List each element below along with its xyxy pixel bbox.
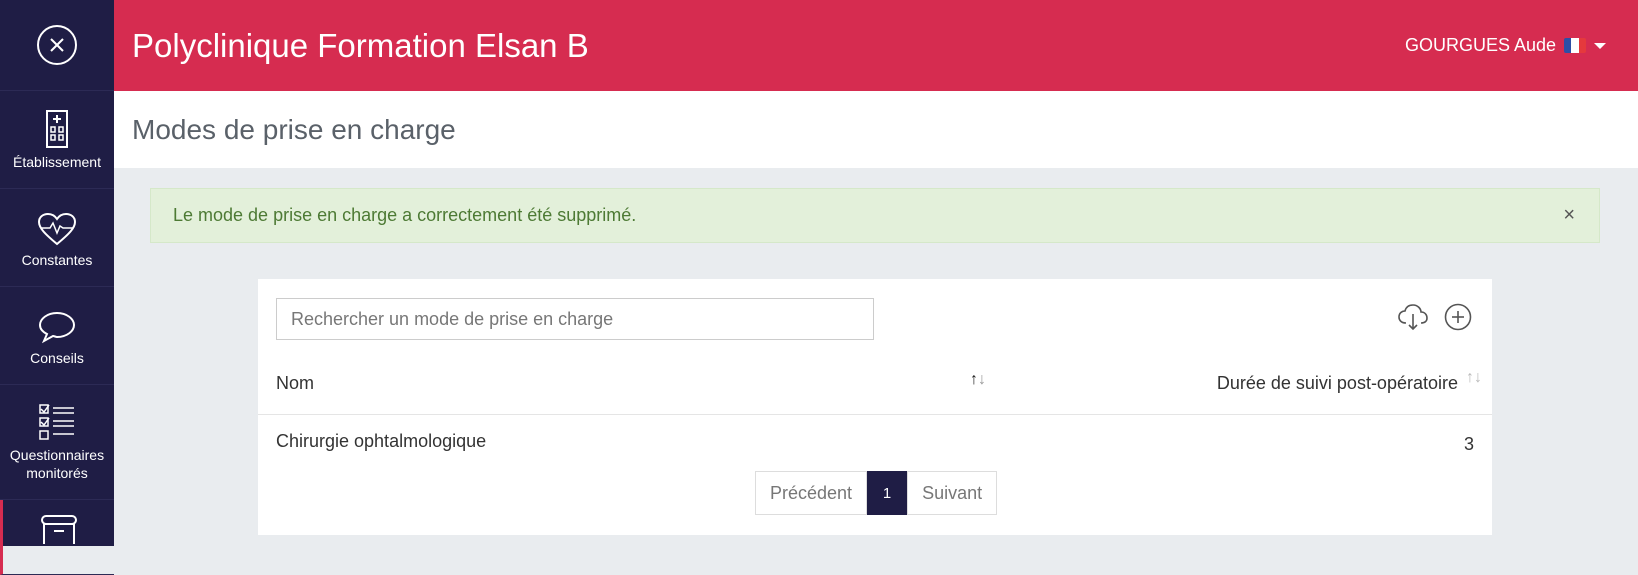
- cloud-download-icon[interactable]: [1398, 303, 1428, 336]
- french-flag-icon: [1564, 38, 1586, 53]
- close-menu-button[interactable]: [37, 25, 77, 65]
- sidebar-item-questionnaires[interactable]: Questionnaires monitorés: [0, 385, 114, 500]
- top-bar: Polyclinique Formation Elsan B GOURGUES …: [114, 0, 1638, 91]
- column-header-duree[interactable]: Durée de suivi post-opératoire: [1217, 373, 1458, 394]
- sidebar-item-label: Conseils: [30, 349, 84, 366]
- sort-arrows-icon[interactable]: ↑↓: [1466, 369, 1482, 387]
- column-header-nom[interactable]: Nom: [276, 373, 314, 394]
- user-name: GOURGUES Aude: [1404, 35, 1556, 55]
- alert-close-button[interactable]: ×: [1563, 204, 1575, 227]
- cell-duree: 3: [1463, 434, 1474, 454]
- sidebar: Établissement Constantes Conseils Questi…: [0, 0, 114, 575]
- search-input[interactable]: [276, 298, 874, 340]
- heart-pulse-icon: [37, 208, 77, 246]
- success-alert: Le mode de prise en charge a correctemen…: [150, 188, 1600, 243]
- pagination-next[interactable]: Suivant: [907, 471, 998, 515]
- page-title: Modes de prise en charge: [132, 113, 456, 145]
- checklist-icon: [39, 402, 75, 440]
- sidebar-item-label: Constantes: [21, 251, 93, 268]
- header-divider: [258, 414, 1492, 415]
- sidebar-item-label: Établissement: [13, 153, 101, 170]
- sort-arrows-icon[interactable]: ↑↓: [970, 371, 986, 389]
- pagination-page-1[interactable]: 1: [867, 471, 908, 515]
- sidebar-item-conseils[interactable]: Conseils: [0, 287, 114, 385]
- close-icon: [50, 38, 64, 52]
- caret-down-icon: [1594, 42, 1606, 49]
- add-circle-icon[interactable]: [1444, 303, 1472, 336]
- app-title: Polyclinique Formation Elsan B: [132, 26, 589, 64]
- speech-bubble-icon: [38, 306, 76, 344]
- user-menu[interactable]: GOURGUES Aude: [1405, 35, 1606, 56]
- sidebar-item-archive[interactable]: [0, 500, 114, 575]
- sidebar-item-etablissement[interactable]: Établissement: [0, 91, 114, 189]
- pagination-prev[interactable]: Précédent: [755, 471, 868, 515]
- alert-message: Le mode de prise en charge a correctemen…: [173, 205, 637, 225]
- pagination: Précédent 1 Suivant: [755, 471, 998, 515]
- sidebar-item-constantes[interactable]: Constantes: [0, 189, 114, 287]
- modes-card: Nom ↑↓ Durée de suivi post-opératoire ↑↓…: [258, 279, 1492, 535]
- cell-nom: Chirurgie ophtalmologique: [276, 431, 487, 451]
- sidebar-item-label: Questionnaires monitorés: [9, 447, 105, 481]
- hospital-icon: [46, 109, 68, 148]
- page-header: Modes de prise en charge: [114, 91, 1638, 168]
- archive-box-icon: [40, 514, 78, 544]
